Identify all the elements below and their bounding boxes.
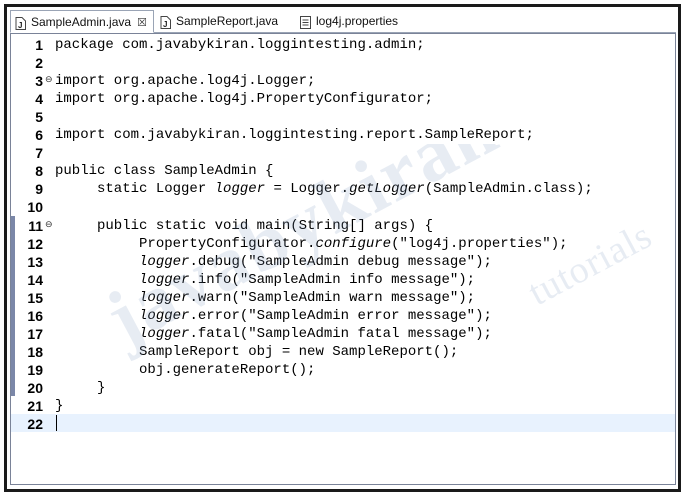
- line-number: 21: [27, 398, 43, 414]
- code-token: (SampleAdmin.class);: [424, 181, 593, 197]
- code-line: import org.apache.log4j.Logger;: [55, 72, 315, 90]
- code-line: import org.apache.log4j.PropertyConfigur…: [55, 90, 433, 108]
- line-number: 2: [35, 55, 43, 71]
- code-line: PropertyConfigurator.configure("log4j.pr…: [55, 235, 568, 253]
- code-token: static Logger: [55, 181, 215, 197]
- code-token: }: [55, 398, 64, 414]
- code-token: logger: [139, 308, 190, 324]
- code-token: ("log4j.properties");: [391, 236, 568, 252]
- fold-collapse-icon[interactable]: ⊖: [45, 71, 53, 89]
- code-token: PropertyConfigurator.: [55, 236, 316, 252]
- line-number: 7: [35, 145, 43, 161]
- line-number: 22: [27, 416, 43, 432]
- svg-text:J: J: [163, 20, 167, 29]
- code-token: .error("SampleAdmin error message");: [189, 308, 492, 324]
- code-token: public class SampleAdmin {: [55, 163, 274, 179]
- line-number: 20: [27, 380, 43, 396]
- tab-log4j-properties[interactable]: log4j.properties: [300, 10, 398, 32]
- java-file-icon: J: [15, 15, 26, 31]
- line-number: 19: [27, 362, 43, 378]
- code-line: logger.debug("SampleAdmin debug message"…: [55, 253, 492, 271]
- line-number: 3: [35, 73, 43, 89]
- code-line: logger.error("SampleAdmin error message"…: [55, 307, 492, 325]
- code-token: logger: [214, 181, 266, 197]
- tab-label: SampleAdmin.java: [31, 15, 132, 29]
- code-line: import com.javabykiran.loggintesting.rep…: [55, 126, 534, 144]
- code-token: .info("SampleAdmin info message");: [189, 272, 476, 288]
- tab-label: SampleReport.java: [176, 14, 279, 28]
- code-token: getLogger: [349, 181, 425, 197]
- code-line: logger.warn("SampleAdmin warn message");: [55, 289, 475, 307]
- code-token: .debug("SampleAdmin debug message");: [189, 254, 492, 270]
- code-token: import org.apache.log4j.Logger;: [55, 73, 316, 89]
- tab-sampleadmin-java[interactable]: J SampleAdmin.java ☒: [10, 10, 154, 33]
- line-number: 14: [27, 272, 43, 288]
- tab-label: log4j.properties: [316, 14, 399, 28]
- code-line: }: [55, 397, 63, 415]
- code-token: logger: [139, 326, 190, 342]
- line-number: 18: [27, 344, 43, 360]
- code-token: configure: [315, 236, 392, 252]
- code-token: obj.generateReport();: [55, 362, 316, 378]
- code-token: .warn("SampleAdmin warn message");: [189, 290, 476, 306]
- code-token: = Logger.: [265, 181, 350, 197]
- line-number-gutter: 1 2 3 ⊖ 4 5 6 7 8 9 10 11 ⊖ 12 13 14 15 16 17 18 19 20 21 22: [17, 34, 55, 484]
- line-number: 4: [35, 91, 43, 107]
- code-editor[interactable]: 1 2 3 ⊖ 4 5 6 7 8 9 10 11 ⊖ 12 13 14 15 16 17 18 19 20 21 22 pa…: [10, 33, 676, 485]
- code-token: .fatal("SampleAdmin fatal message");: [189, 326, 492, 342]
- code-line: }: [55, 379, 105, 397]
- line-number: 16: [27, 308, 43, 324]
- line-number: 13: [27, 254, 43, 270]
- code-line: obj.generateReport();: [55, 361, 315, 379]
- screenshot-frame: J SampleAdmin.java ☒ J SampleReport.java: [0, 0, 686, 497]
- line-number: 9: [35, 181, 43, 197]
- code-line: static Logger logger = Logger.getLogger(…: [55, 180, 593, 198]
- code-token: logger: [139, 290, 190, 306]
- java-file-icon: J: [160, 14, 171, 30]
- close-tab-icon[interactable]: ☒: [137, 12, 147, 34]
- code-token: package com.javabykiran.loggintesting.ad…: [55, 37, 425, 53]
- code-token: }: [55, 380, 106, 396]
- properties-file-icon: [300, 14, 311, 30]
- code-token: import org.apache.log4j.PropertyConfigur…: [55, 91, 434, 107]
- code-token: logger: [139, 272, 190, 288]
- code-token: logger: [139, 254, 190, 270]
- line-number: 8: [35, 163, 43, 179]
- line-number: 15: [27, 290, 43, 306]
- line-number: 1: [35, 37, 43, 53]
- fold-collapse-icon[interactable]: ⊖: [45, 216, 53, 234]
- text-caret: [56, 415, 57, 431]
- code-token: import com.javabykiran.loggintesting.rep…: [55, 127, 534, 143]
- code-area[interactable]: package com.javabykiran.loggintesting.ad…: [55, 34, 675, 484]
- code-line: public static void main(String[] args) {: [55, 217, 433, 235]
- line-number: 10: [27, 199, 43, 215]
- line-number: 11: [28, 218, 43, 234]
- line-number: 6: [35, 127, 43, 143]
- line-number: 17: [27, 326, 43, 342]
- code-line: public class SampleAdmin {: [55, 162, 273, 180]
- editor-tab-bar: J SampleAdmin.java ☒ J SampleReport.java: [10, 10, 676, 33]
- code-line: SampleReport obj = new SampleReport();: [55, 343, 458, 361]
- line-number: 5: [35, 109, 43, 125]
- tab-samplereport-java[interactable]: J SampleReport.java: [160, 10, 278, 32]
- line-number: 12: [27, 236, 43, 252]
- scope-indicator-band: [11, 216, 15, 396]
- code-token: SampleReport obj = new SampleReport();: [55, 344, 459, 360]
- code-token: public static void main(String[] args) {: [55, 218, 434, 234]
- code-line: logger.info("SampleAdmin info message");: [55, 271, 475, 289]
- code-line: logger.fatal("SampleAdmin fatal message"…: [55, 325, 492, 343]
- svg-text:J: J: [18, 21, 22, 30]
- code-line: package com.javabykiran.loggintesting.ad…: [55, 36, 425, 54]
